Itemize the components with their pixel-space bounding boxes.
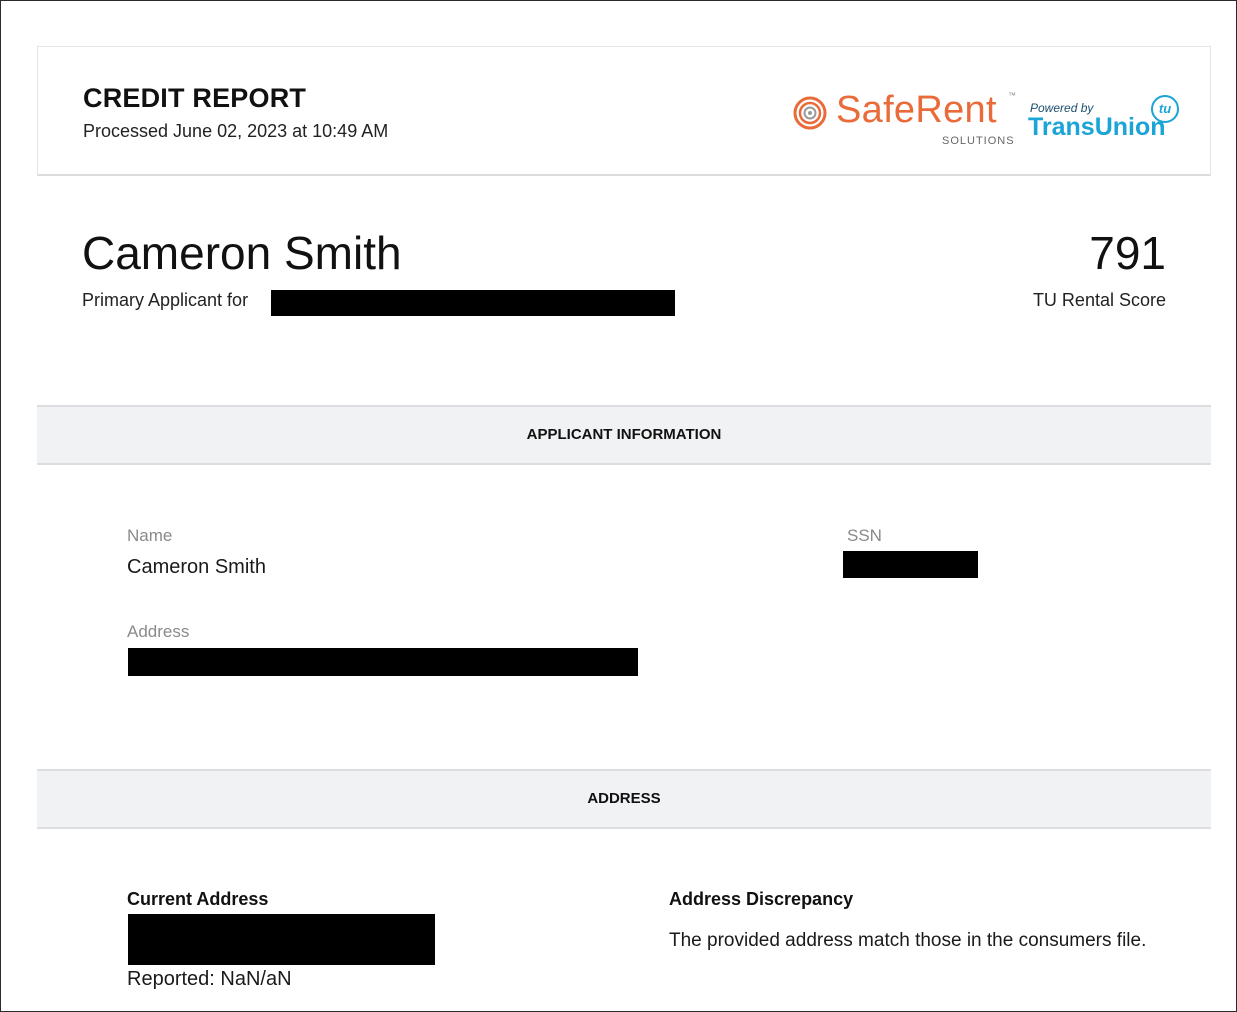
address-label: Address	[127, 622, 190, 641]
brand-logos: SafeRent ™ SOLUTIONS Powered by TransUni…	[790, 89, 1200, 151]
address-discrepancy-text: The provided address match those in the …	[669, 930, 1147, 951]
section-address: ADDRESS	[37, 769, 1211, 829]
report-title: CREDIT REPORT	[83, 83, 307, 113]
current-address-label: Current Address	[127, 889, 269, 909]
primary-applicant-label: Primary Applicant for	[82, 290, 249, 310]
applicant-name: Cameron Smith	[82, 227, 402, 279]
report-header: CREDIT REPORT Processed June 02, 2023 at…	[37, 46, 1211, 176]
name-label: Name	[127, 526, 173, 545]
transunion-logo-text: TransUnion	[1028, 113, 1166, 141]
rental-score: 791	[1089, 227, 1166, 279]
ssn-label: SSN	[847, 526, 882, 545]
redacted-ssn	[843, 551, 978, 578]
section-applicant-information: APPLICANT INFORMATION	[37, 405, 1211, 465]
processed-timestamp: Processed June 02, 2023 at 10:49 AM	[83, 121, 389, 141]
reported-date: Reported: NaN/aN	[127, 968, 292, 990]
redacted-address	[128, 648, 638, 676]
saferent-trademark: ™	[1008, 91, 1016, 100]
tu-badge-icon: tu	[1151, 95, 1179, 123]
saferent-logo-text: SafeRent	[836, 89, 997, 131]
saferent-solutions: SOLUTIONS	[942, 135, 1015, 147]
address-discrepancy-label: Address Discrepancy	[669, 889, 854, 909]
redacted-property	[271, 290, 675, 316]
redacted-current-address	[128, 914, 435, 965]
rental-score-label: TU Rental Score	[1032, 290, 1166, 310]
name-value: Cameron Smith	[127, 556, 266, 578]
saferent-logo-icon	[792, 95, 828, 136]
